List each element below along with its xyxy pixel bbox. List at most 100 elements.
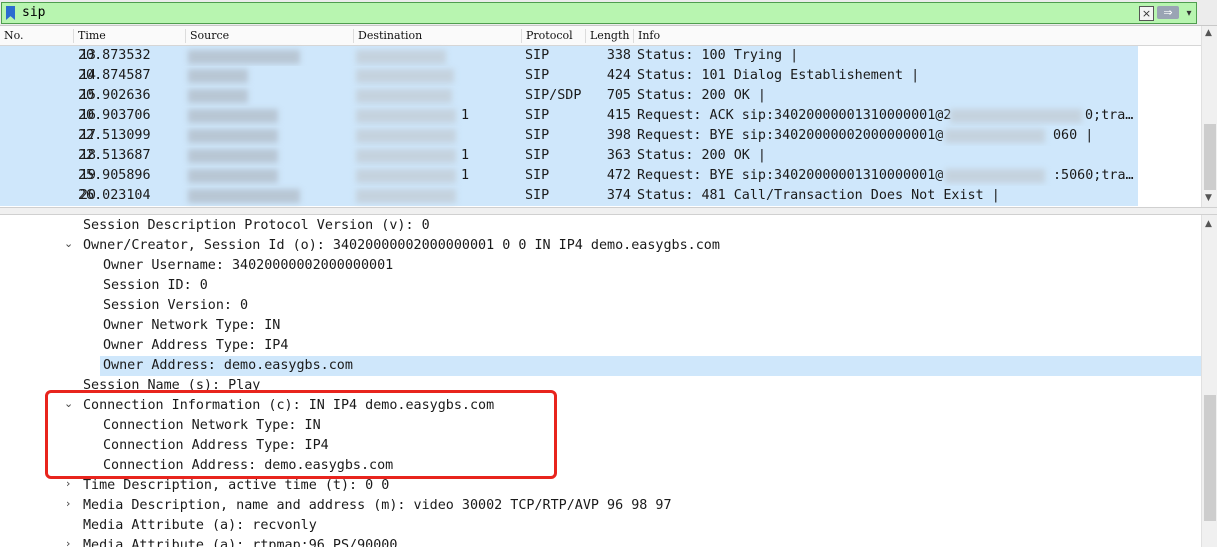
packet-info-tail: 060 | [1053, 128, 1094, 143]
column-header-no[interactable]: No. [0, 29, 72, 43]
packet-length: 705 [606, 88, 631, 103]
tree-item[interactable]: ⌄ Owner/Creator, Session Id (o): 3402000… [0, 236, 1201, 256]
redacted-source [188, 89, 248, 103]
packet-length: 363 [606, 148, 631, 163]
destination-suffix: 1 [461, 168, 470, 183]
pane-splitter[interactable] [0, 207, 1217, 215]
tree-item-label: Media Attribute (a): recvonly [83, 518, 317, 533]
tree-item[interactable]: Session Version: 0 [0, 296, 1201, 316]
tree-item-label: Owner Username: 34020000002000000001 [103, 258, 394, 273]
destination-suffix: 1 [461, 148, 470, 163]
redacted-info-address [950, 109, 1082, 123]
tree-item[interactable]: Session Description Protocol Version (v)… [0, 216, 1201, 236]
scroll-down-icon[interactable]: ▼ [1205, 193, 1212, 203]
destination-suffix: 1 [461, 108, 470, 123]
packet-time: 20.903706 [78, 108, 151, 123]
packet-row[interactable]: 15 20.902636 SIP/SDP 705 Status: 200 OK … [0, 86, 1201, 106]
tree-item[interactable]: Media Attribute (a): recvonly [0, 516, 1201, 536]
redacted-source [188, 149, 278, 163]
packet-time: 22.513099 [78, 128, 151, 143]
redacted-destination [356, 50, 446, 64]
apply-filter-icon[interactable]: ⇒ [1157, 6, 1179, 19]
packet-info: Status: 101 Dialog Establishement | [637, 68, 920, 83]
annotation-highlight-box [45, 390, 557, 479]
tree-item-label: Session Description Protocol Version (v)… [83, 218, 430, 233]
redacted-destination [356, 109, 456, 123]
scrollbar-thumb[interactable] [1204, 124, 1216, 190]
tree-item-label: Owner Address Type: IP4 [103, 338, 289, 353]
packet-info: Status: 481 Call/Transaction Does Not Ex… [637, 188, 1000, 203]
tree-item-selected[interactable]: Owner Address: demo.easygbs.com [0, 356, 1201, 376]
packet-row[interactable]: 16 20.903706 1 SIP 415 Request: ACK sip:… [0, 106, 1201, 126]
column-header-time[interactable]: Time [73, 29, 188, 43]
packet-time: 20.874587 [78, 68, 151, 83]
filter-dropdown-icon[interactable]: ▾ [1182, 6, 1196, 21]
scroll-up-icon[interactable]: ▲ [1205, 219, 1212, 229]
tree-item[interactable]: › Media Attribute (a): rtpmap:96 PS/9000… [0, 536, 1201, 547]
tree-item-label: Owner/Creator, Session Id (o): 340200000… [83, 238, 720, 253]
packet-info-tail: 0;tra… [1085, 108, 1134, 123]
tree-item[interactable]: Owner Network Type: IN [0, 316, 1201, 336]
display-filter-input[interactable]: sip × ⇒ ▾ [1, 2, 1197, 24]
column-header-info[interactable]: Info [633, 29, 1198, 43]
packet-list-scrollbar[interactable]: ▲ ▼ [1201, 26, 1217, 207]
packet-row[interactable]: 19 25.905896 1 SIP 472 Request: BYE sip:… [0, 166, 1201, 186]
packet-protocol: SIP [525, 128, 550, 143]
chevron-right-icon[interactable]: › [66, 497, 70, 510]
packet-info: Status: 200 OK | [637, 88, 766, 103]
redacted-destination [356, 149, 456, 163]
filter-text: sip [22, 5, 46, 20]
redacted-destination [356, 129, 456, 143]
packet-list: No. Time Source Destination Protocol Len… [0, 26, 1217, 207]
redacted-destination [356, 69, 454, 83]
redacted-destination [356, 89, 452, 103]
clear-filter-icon[interactable]: × [1139, 6, 1154, 21]
packet-protocol: SIP/SDP [525, 88, 582, 103]
redacted-info-address [945, 129, 1045, 143]
packet-info-tail: :5060;tra… [1053, 168, 1134, 183]
tree-item-label: Time Description, active time (t): 0 0 [83, 478, 390, 493]
packet-row[interactable]: 18 22.513687 1 SIP 363 Status: 200 OK | [0, 146, 1201, 166]
redacted-source [188, 189, 300, 203]
row-selection-bg [0, 146, 1138, 166]
redacted-destination [356, 189, 456, 203]
tree-item[interactable]: Session ID: 0 [0, 276, 1201, 296]
packet-length: 415 [606, 108, 631, 123]
packet-length: 472 [606, 168, 631, 183]
redacted-source [188, 109, 278, 123]
display-filter-toolbar: sip × ⇒ ▾ [0, 0, 1217, 26]
tree-item[interactable]: Owner Address Type: IP4 [0, 336, 1201, 356]
packet-length: 398 [606, 128, 631, 143]
redacted-source [188, 50, 300, 64]
packet-row[interactable]: 17 22.513099 SIP 398 Request: BYE sip:34… [0, 126, 1201, 146]
packet-row[interactable]: 13 20.873532 SIP 338 Status: 100 Trying … [0, 46, 1201, 66]
redacted-source [188, 69, 248, 83]
scroll-up-icon[interactable]: ▲ [1205, 28, 1212, 38]
packet-time: 26.023104 [78, 188, 151, 203]
chevron-right-icon[interactable]: › [66, 537, 70, 547]
tree-item[interactable]: › Media Description, name and address (m… [0, 496, 1201, 516]
tree-item-label: Media Attribute (a): rtpmap:96 PS/90000 [83, 538, 398, 547]
packet-info: Request: ACK sip:34020000001310000001@2 [637, 108, 952, 123]
packet-row[interactable]: 14 20.874587 SIP 424 Status: 101 Dialog … [0, 66, 1201, 86]
tree-item-label: Session ID: 0 [103, 278, 208, 293]
row-selection-bg [0, 46, 1138, 66]
tree-item[interactable]: › Time Description, active time (t): 0 0 [0, 476, 1201, 496]
column-header-length[interactable]: Length [585, 29, 634, 43]
scrollbar-thumb[interactable] [1204, 395, 1216, 521]
column-header-destination[interactable]: Destination [353, 29, 521, 43]
packet-time: 20.873532 [78, 48, 151, 63]
packet-list-header: No. Time Source Destination Protocol Len… [0, 26, 1201, 46]
packet-protocol: SIP [525, 108, 550, 123]
column-header-source[interactable]: Source [185, 29, 353, 43]
redacted-destination [356, 169, 456, 183]
column-header-protocol[interactable]: Protocol [521, 29, 584, 43]
bookmark-icon[interactable] [6, 6, 15, 20]
packet-row[interactable]: 20 26.023104 SIP 374 Status: 481 Call/Tr… [0, 186, 1201, 206]
details-scrollbar[interactable]: ▲ [1201, 215, 1217, 547]
tree-item[interactable]: Owner Username: 34020000002000000001 [0, 256, 1201, 276]
chevron-down-icon[interactable]: ⌄ [64, 237, 73, 250]
packet-time: 22.513687 [78, 148, 151, 163]
tree-item-label: Session Version: 0 [103, 298, 249, 313]
tree-item-label: Owner Address: demo.easygbs.com [103, 358, 353, 373]
